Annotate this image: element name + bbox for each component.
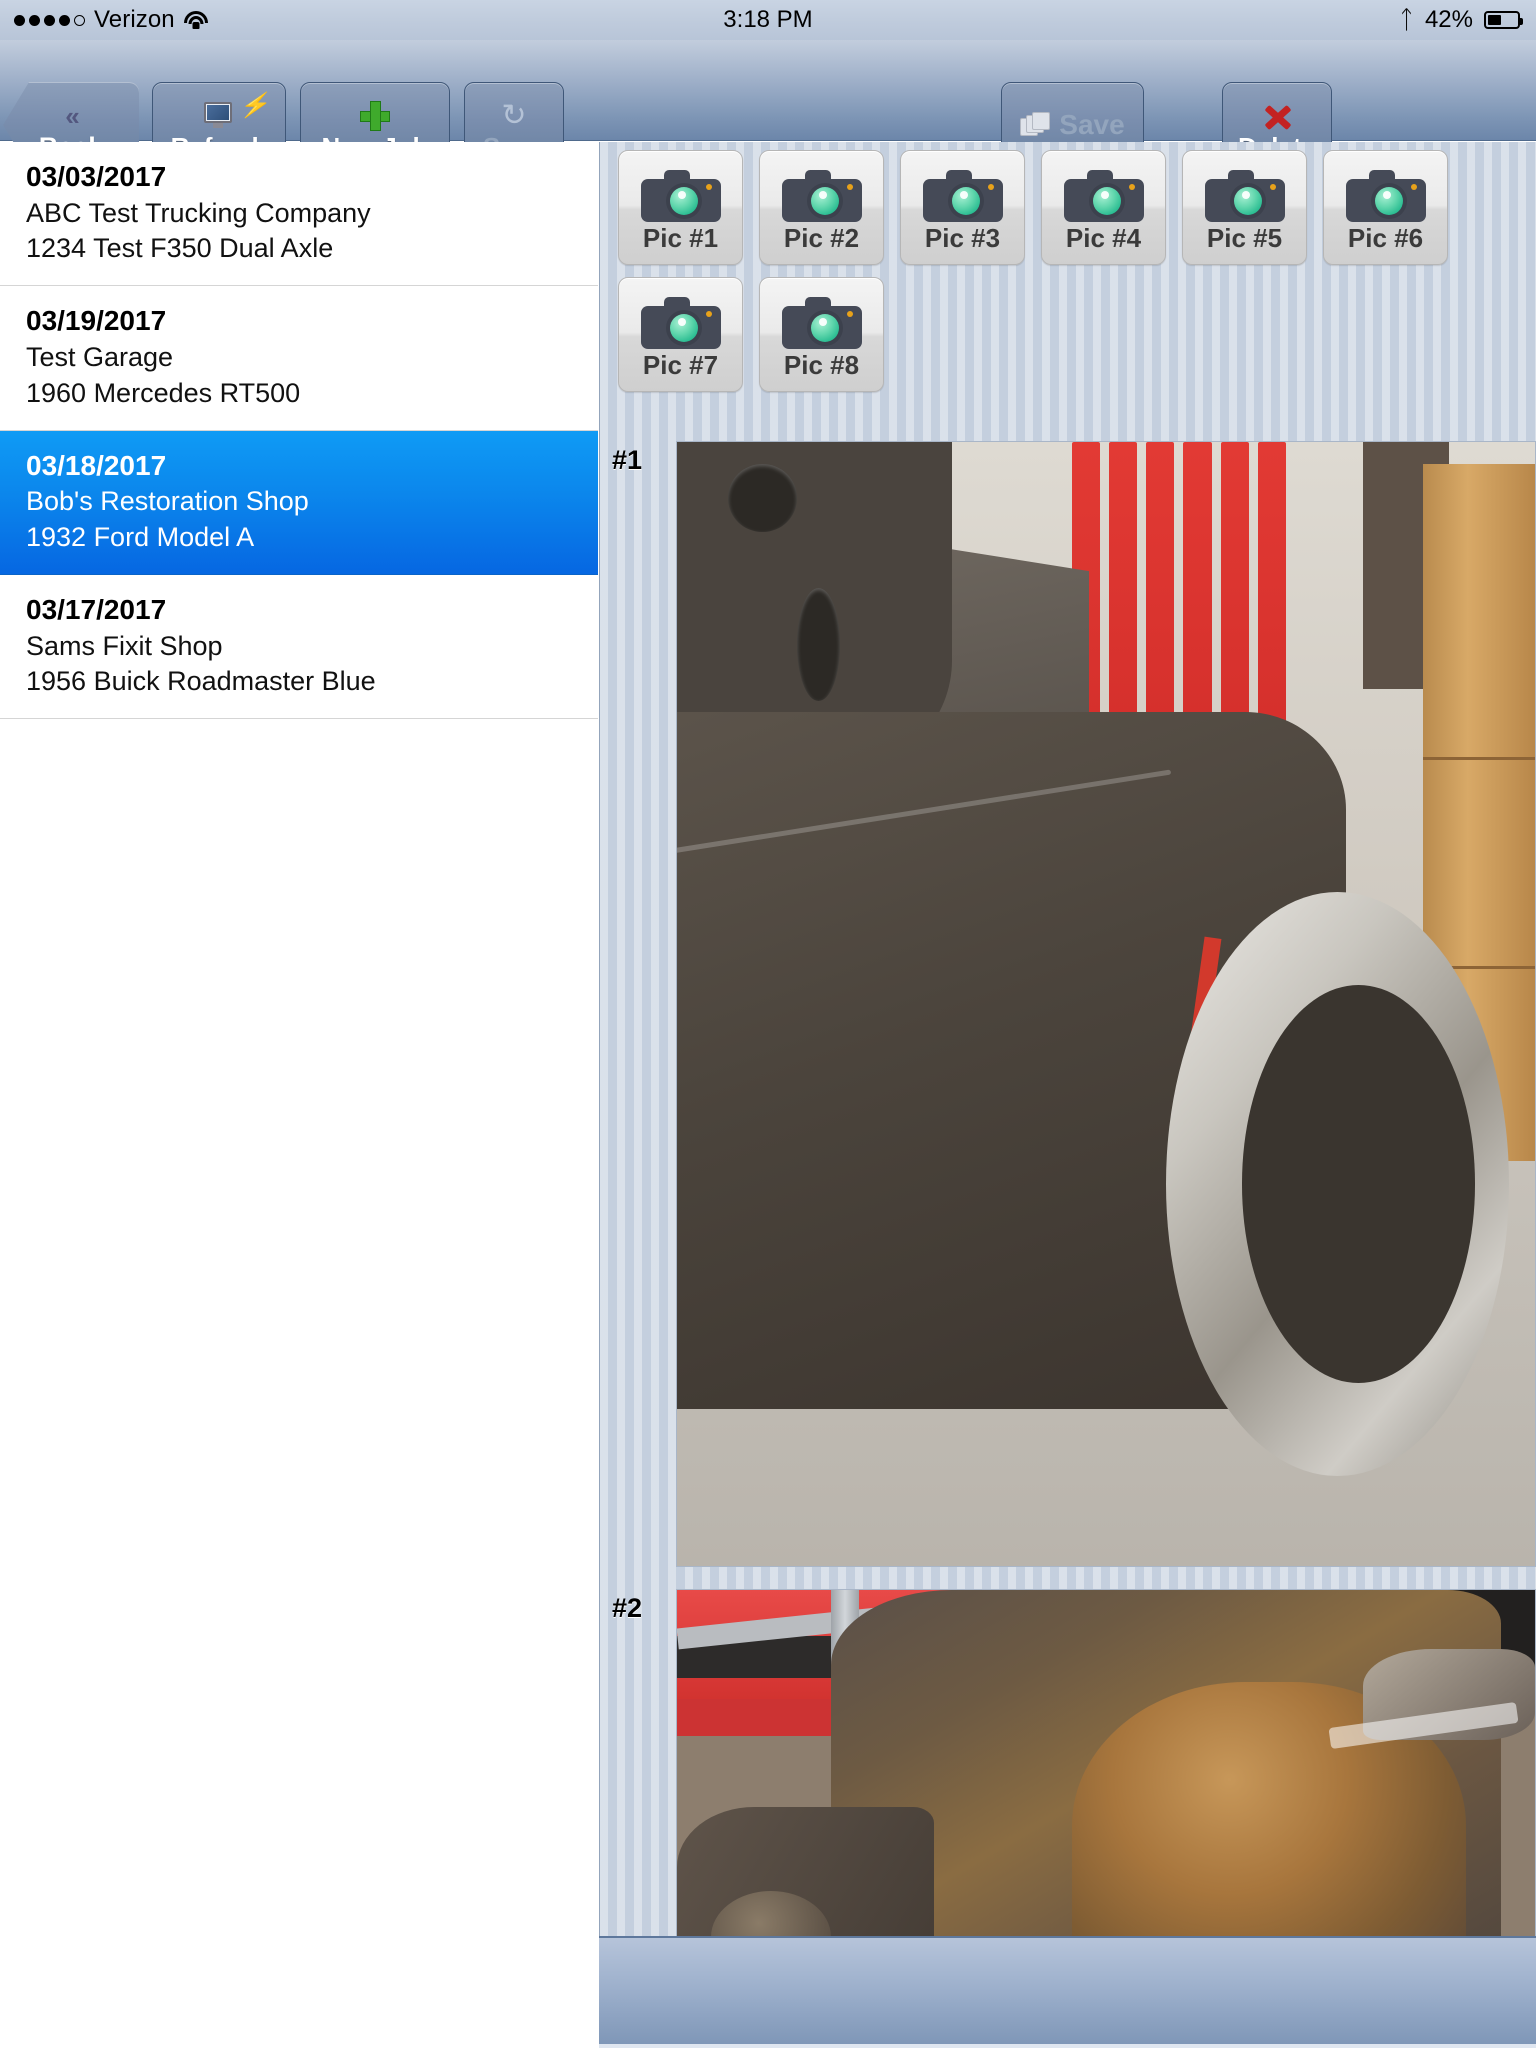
camera-icon (640, 165, 721, 227)
monitor-refresh-icon: ⚡ (204, 94, 269, 133)
job-shop: ABC Test Trucking Company (26, 197, 371, 228)
pic-button-label: Pic #4 (1065, 222, 1142, 253)
status-bar-right: ᛏ 42% (1398, 0, 1523, 40)
pic-button-bar: Pic #1 Pic #2 Pic #3 Pic #4 Pic #5 Pic #… (600, 142, 1536, 404)
camera-icon (640, 292, 721, 354)
job-vehicle: 1234 Test F350 Dual Axle (26, 233, 334, 264)
battery-icon (1484, 11, 1523, 29)
pic-button-4[interactable]: Pic #4 (1041, 150, 1166, 265)
job-date: 03/03/2017 (26, 161, 167, 192)
pic-button-label: Pic #1 (642, 222, 719, 253)
job-list[interactable]: 03/03/2017 ABC Test Trucking Company 123… (0, 142, 598, 2048)
pic-button-row-1: Pic #1 Pic #2 Pic #3 Pic #4 Pic #5 Pic #… (618, 150, 1536, 265)
photo-thumbnail-1[interactable] (676, 441, 1536, 1567)
save-disks-icon (1020, 108, 1051, 142)
pic-button-label: Pic #2 (783, 222, 860, 253)
pic-button-label: Pic #8 (783, 349, 860, 380)
top-toolbar: « Back ⚡ Refresh New Job ↻ Sync Save Del… (0, 40, 1536, 168)
bottom-edge-highlight (599, 2044, 1536, 2048)
job-list-item-2-selected[interactable]: 03/18/2017 Bob's Restoration Shop 1932 F… (0, 430, 598, 575)
double-chevron-left-icon: « (65, 100, 80, 131)
job-list-item-0[interactable]: 03/03/2017 ABC Test Trucking Company 123… (0, 142, 598, 287)
photo-number-label: #1 (612, 445, 643, 475)
clock-label: 3:18 PM (723, 6, 813, 33)
pic-button-label: Pic #6 (1347, 222, 1424, 253)
photo-panel: Pic #1 Pic #2 Pic #3 Pic #4 Pic #5 Pic #… (599, 142, 1536, 2048)
pic-button-row-2: Pic #7 Pic #8 (618, 277, 1536, 392)
pic-button-6[interactable]: Pic #6 (1323, 150, 1448, 265)
job-list-item-1[interactable]: 03/19/2017 Test Garage 1960 Mercedes RT5… (0, 286, 598, 431)
photo-block-1: #1 (600, 441, 1536, 1571)
job-shop: Test Garage (26, 341, 174, 372)
camera-icon (1063, 165, 1144, 227)
job-shop: Sams Fixit Shop (26, 630, 223, 661)
status-bar-center: 3:18 PM (0, 0, 1536, 40)
job-date: 03/17/2017 (26, 593, 167, 625)
green-plus-icon (360, 99, 390, 133)
pic-button-2[interactable]: Pic #2 (759, 150, 884, 265)
bottom-toolbar (599, 1936, 1536, 2048)
pic-button-5[interactable]: Pic #5 (1182, 150, 1307, 265)
pic-button-7[interactable]: Pic #7 (618, 277, 743, 392)
camera-icon (1204, 165, 1285, 227)
status-bar: Verizon 3:18 PM ᛏ 42% (0, 0, 1536, 40)
camera-icon (781, 165, 862, 227)
pic-button-label: Pic #7 (642, 349, 719, 380)
sync-circular-arrows-icon: ↻ (501, 99, 527, 132)
pic-button-label: Pic #3 (924, 222, 1001, 253)
job-date: 03/18/2017 (26, 449, 167, 481)
job-shop: Bob's Restoration Shop (26, 486, 309, 517)
bluetooth-icon: ᛏ (1398, 5, 1414, 34)
photo-image-1 (677, 442, 1535, 1566)
job-date: 03/19/2017 (26, 305, 167, 337)
job-vehicle: 1956 Buick Roadmaster Blue (26, 666, 376, 697)
red-x-icon (1262, 99, 1292, 133)
pic-button-8[interactable]: Pic #8 (759, 277, 884, 392)
job-vehicle: 1932 Ford Model A (26, 522, 255, 553)
camera-icon (922, 165, 1003, 227)
job-list-item-3[interactable]: 03/17/2017 Sams Fixit Shop 1956 Buick Ro… (0, 574, 598, 720)
pic-button-label: Pic #5 (1206, 222, 1283, 253)
camera-icon (1345, 165, 1426, 227)
battery-percent-label: 42% (1424, 6, 1473, 33)
camera-icon (781, 292, 862, 354)
save-button-label: Save (1059, 109, 1125, 140)
photo-number-label: #2 (612, 1593, 643, 1623)
job-vehicle: 1960 Mercedes RT500 (26, 377, 301, 408)
pic-button-3[interactable]: Pic #3 (900, 150, 1025, 265)
pic-button-1[interactable]: Pic #1 (618, 150, 743, 265)
